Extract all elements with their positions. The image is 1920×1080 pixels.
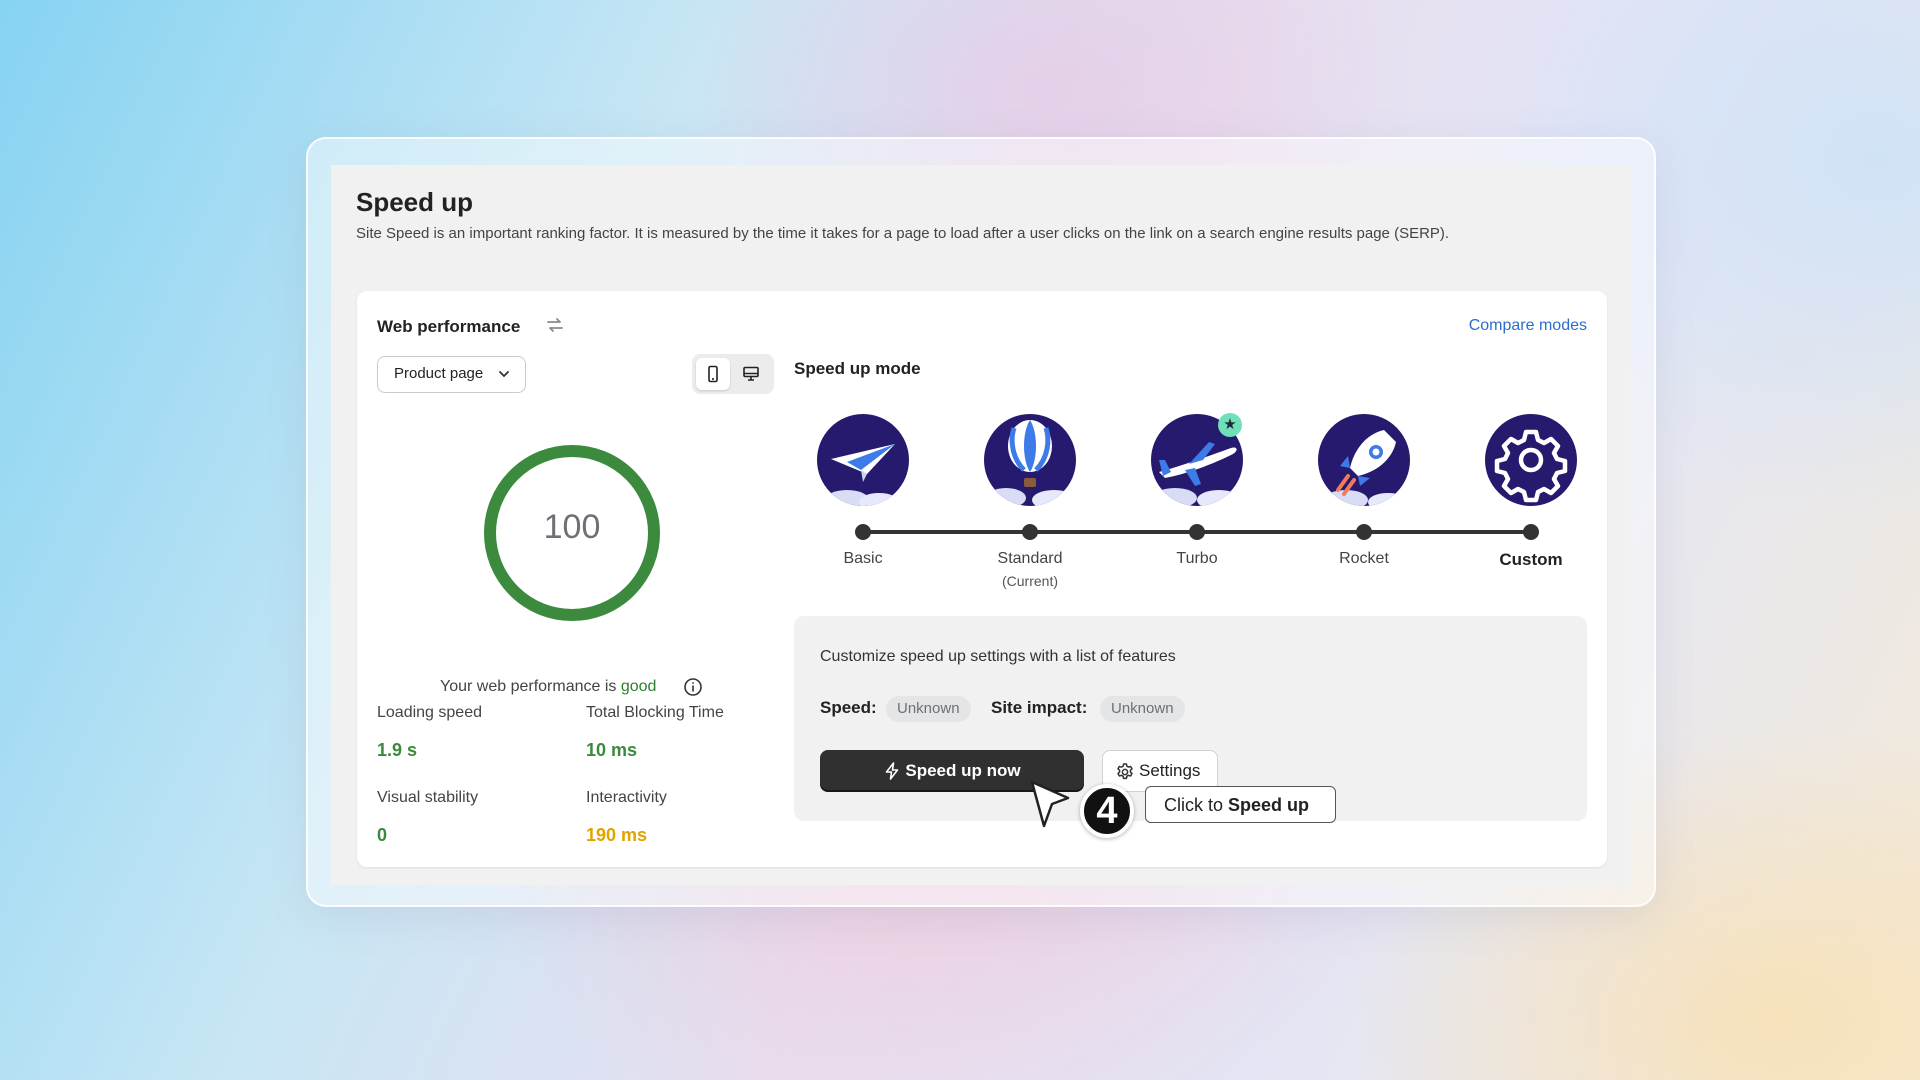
desktop-icon [743, 366, 759, 381]
performance-status: Your web performance is good [440, 678, 656, 696]
performance-score: 100 [543, 508, 601, 546]
chevron-down-icon [499, 371, 509, 378]
page-type-value: Product page [394, 365, 484, 382]
tutorial-step-badge: 4 [1080, 784, 1134, 838]
speed-label: Speed: [820, 698, 877, 717]
mode-sublabel-standard: (Current) [1001, 573, 1058, 589]
gear-icon[interactable] [1485, 414, 1577, 506]
web-performance-card: Web performance Compare modes Product pa… [357, 291, 1607, 867]
paper-plane-icon[interactable] [817, 414, 909, 506]
metric-label-visual-stability: Visual stability [377, 789, 479, 806]
lightning-icon [885, 762, 899, 780]
speed-up-now-label: Speed up now [905, 761, 1021, 780]
tooltip-prefix: Click to [1164, 795, 1224, 815]
hot-air-balloon-icon[interactable] [984, 414, 1076, 506]
desktop-device-button[interactable] [734, 358, 768, 390]
tooltip-bold-text: Speed up [1228, 795, 1310, 815]
metric-label-total-blocking-time: Total Blocking Time [586, 704, 724, 721]
recommended-star-icon: ★ [1218, 413, 1242, 437]
info-icon[interactable] [683, 677, 703, 697]
web-performance-title: Web performance [377, 317, 521, 336]
mode-dot-custom[interactable] [1523, 524, 1539, 540]
tutorial-tooltip: Click to Speed up [1145, 786, 1336, 823]
speed-up-mode-title: Speed up mode [794, 359, 921, 378]
mode-label-basic: Basic [843, 550, 883, 567]
rocket-icon[interactable] [1318, 414, 1410, 506]
mouse-cursor-icon [1030, 780, 1070, 828]
metric-label-loading-speed: Loading speed [377, 704, 482, 721]
mode-dot-turbo[interactable] [1189, 524, 1205, 540]
site-impact-status-badge: Unknown [1100, 696, 1185, 722]
mode-label-turbo: Turbo [1176, 550, 1218, 567]
metric-value-interactivity: 190 ms [586, 825, 648, 845]
site-impact-label: Site impact: [991, 698, 1088, 717]
metric-label-interactivity: Interactivity [586, 789, 667, 806]
speed-status-badge: Unknown [886, 696, 971, 722]
mode-dot-rocket[interactable] [1356, 524, 1372, 540]
mobile-icon [708, 365, 718, 383]
settings-button-label: Settings [1139, 761, 1201, 780]
mode-dot-basic[interactable] [855, 524, 871, 540]
custom-settings-description: Customize speed up settings with a list … [820, 648, 1176, 665]
refresh-icon[interactable] [543, 313, 567, 337]
page-type-dropdown[interactable]: Product page [377, 356, 526, 393]
page-title: Speed up [356, 187, 474, 217]
mobile-device-button[interactable] [696, 358, 730, 390]
device-toggle [692, 354, 774, 394]
performance-status-value: good [620, 678, 657, 695]
metric-value-loading-speed: 1.9 s [377, 740, 418, 760]
mode-label-custom: Custom [1499, 550, 1563, 569]
mode-dot-standard[interactable] [1022, 524, 1038, 540]
page-description: Site Speed is an important ranking facto… [356, 225, 1450, 242]
metric-value-total-blocking-time: 10 ms [586, 740, 638, 760]
performance-status-prefix: Your web performance is [440, 678, 617, 695]
compare-modes-link[interactable]: Compare modes [1469, 317, 1587, 335]
mode-label-rocket: Rocket [1339, 550, 1389, 567]
mode-label-standard: Standard [997, 550, 1063, 567]
metric-value-visual-stability: 0 [377, 825, 388, 845]
gear-icon [1117, 763, 1133, 780]
